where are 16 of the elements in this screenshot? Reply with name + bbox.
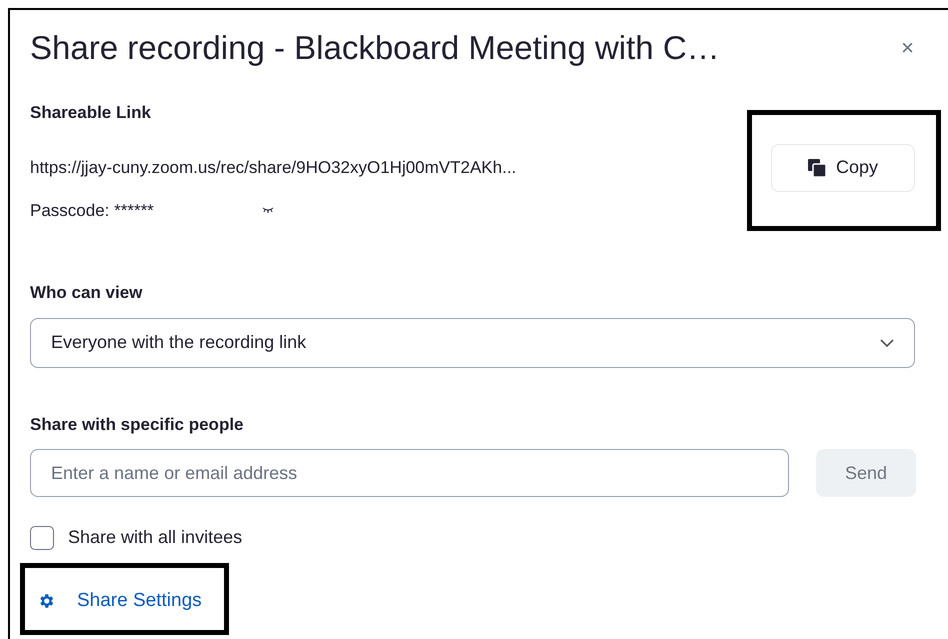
section-label: Share with specific people <box>30 414 245 436</box>
checkbox[interactable] <box>30 526 54 550</box>
chevron-down-icon <box>880 338 894 346</box>
section-label: Who can view <box>30 282 144 304</box>
eye-closed-icon[interactable] <box>262 207 274 214</box>
dialog-title: Share recording - Blackboard Meeting with C… <box>30 28 720 68</box>
copy-icon <box>808 158 826 176</box>
section-label: Shareable Link <box>30 102 152 124</box>
checkbox-label: Share with all invitees <box>68 526 242 549</box>
copy-button[interactable]: Copy <box>771 144 915 192</box>
name-email-input[interactable]: Enter a name or email address <box>30 449 789 497</box>
who-can-view-select[interactable]: Everyone with the recording link <box>30 318 915 368</box>
share-settings-link[interactable]: Share Settings <box>37 587 202 616</box>
close-button[interactable]: × <box>901 37 914 59</box>
share-link-url: https://jjay-cuny.zoom.us/rec/share/9HO32xyO1Hj00mVT2AKh... <box>30 156 516 179</box>
passcode-text: Passcode: ****** <box>30 200 155 222</box>
